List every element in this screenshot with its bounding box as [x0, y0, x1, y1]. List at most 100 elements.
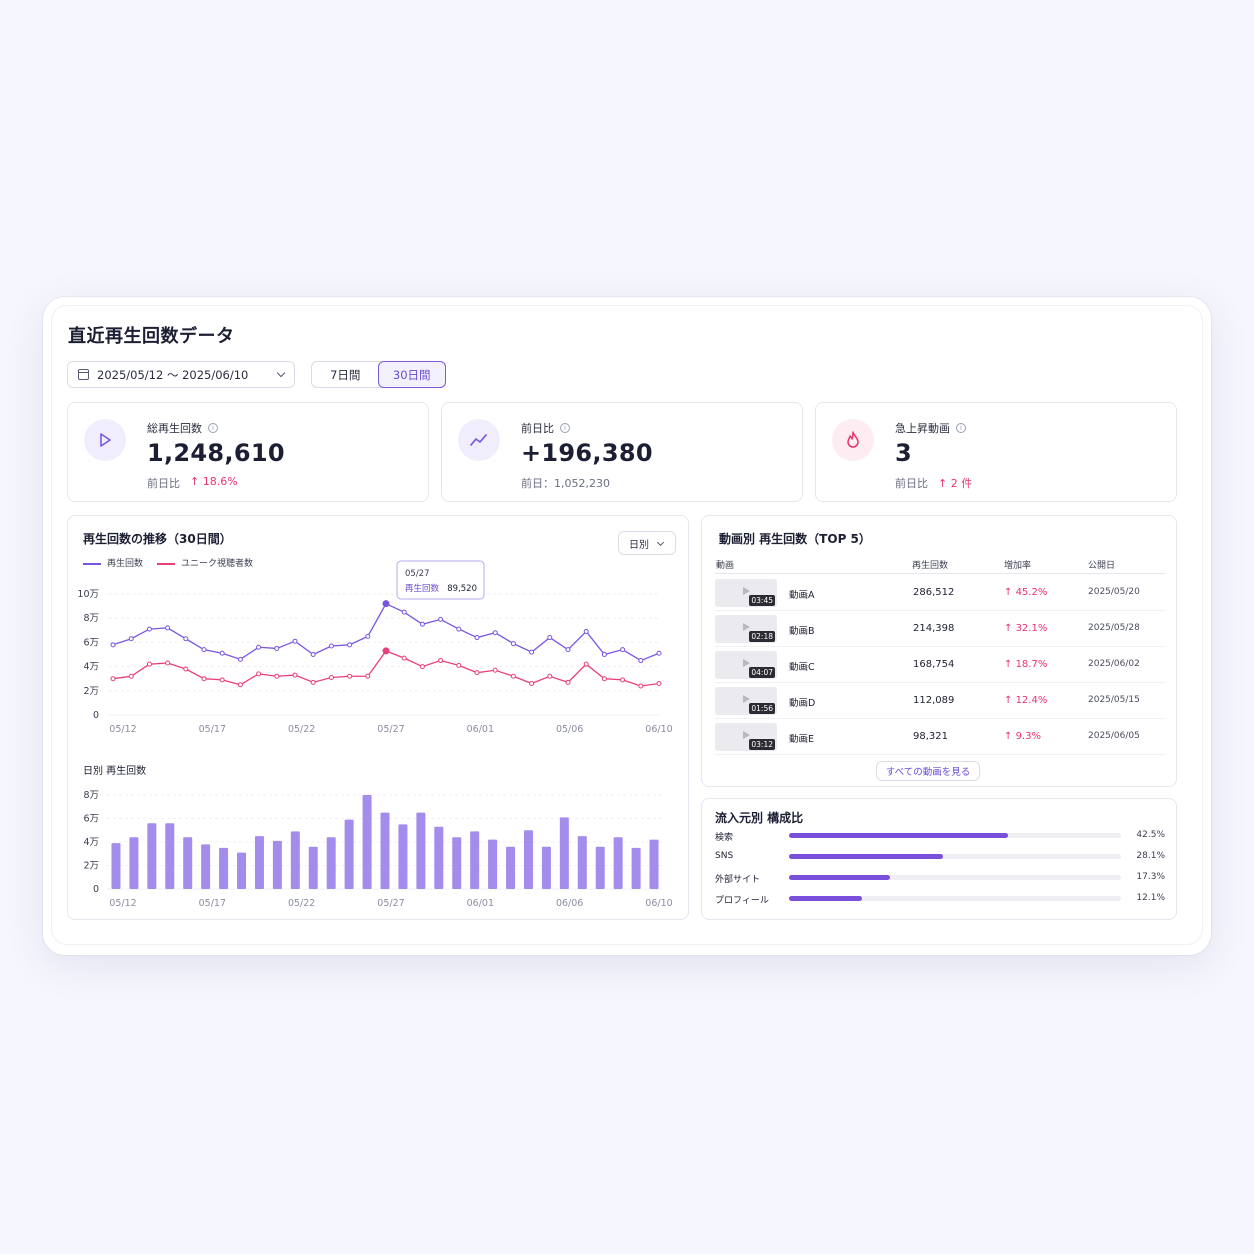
data-point[interactable] — [401, 655, 407, 661]
bar[interactable] — [129, 837, 139, 889]
data-point[interactable] — [510, 673, 516, 679]
video-name[interactable]: 動画D — [789, 695, 815, 709]
data-point[interactable] — [419, 621, 425, 627]
bar[interactable] — [290, 831, 300, 889]
table-row[interactable]: 03:12 動画E 98,321 ↑ 9.3% 2025/06/05 — [715, 719, 1165, 755]
data-point[interactable] — [583, 661, 589, 667]
video-thumbnail[interactable]: 03:45 — [715, 579, 777, 607]
data-point[interactable] — [165, 660, 171, 666]
bar[interactable] — [631, 847, 641, 889]
video-name[interactable]: 動画B — [789, 623, 815, 637]
data-point[interactable] — [656, 650, 662, 656]
data-point[interactable] — [328, 643, 334, 649]
data-point[interactable] — [347, 642, 353, 648]
data-point[interactable] — [529, 649, 535, 655]
data-point[interactable] — [601, 676, 607, 682]
data-point[interactable] — [474, 670, 480, 676]
data-point[interactable] — [256, 671, 262, 677]
bar[interactable] — [111, 843, 121, 889]
bar[interactable] — [452, 837, 462, 889]
data-point[interactable] — [492, 667, 498, 673]
video-name[interactable]: 動画A — [789, 587, 815, 601]
bar[interactable] — [344, 819, 354, 889]
granularity-dropdown[interactable]: 日別 — [618, 531, 676, 555]
bar[interactable] — [416, 812, 426, 889]
data-point[interactable] — [419, 664, 425, 670]
bar[interactable] — [541, 846, 551, 889]
data-point[interactable] — [347, 673, 353, 679]
bar[interactable] — [523, 830, 533, 889]
data-point[interactable] — [620, 647, 626, 653]
data-point[interactable] — [110, 642, 116, 648]
bar[interactable] — [649, 839, 659, 889]
bar[interactable] — [559, 817, 569, 889]
info-icon[interactable]: i — [208, 423, 218, 433]
data-point[interactable] — [292, 638, 298, 644]
data-point[interactable] — [638, 658, 644, 664]
bar[interactable] — [506, 846, 516, 889]
data-point[interactable] — [438, 616, 444, 622]
bar[interactable] — [254, 836, 264, 889]
data-point[interactable] — [438, 658, 444, 664]
data-point[interactable] — [128, 673, 134, 679]
data-point[interactable] — [310, 652, 316, 657]
video-thumbnail[interactable]: 01:56 — [715, 687, 777, 715]
data-point[interactable] — [456, 626, 462, 632]
video-thumbnail[interactable]: 04:07 — [715, 651, 777, 679]
table-row[interactable]: 04:07 動画C 168,754 ↑ 18.7% 2025/06/02 — [715, 647, 1165, 683]
date-range-picker[interactable]: 2025/05/12 〜 2025/06/10 — [67, 361, 295, 388]
bar[interactable] — [362, 795, 372, 889]
info-icon[interactable]: i — [560, 423, 570, 433]
data-point[interactable] — [474, 635, 480, 641]
bar[interactable] — [272, 840, 282, 889]
bar[interactable] — [398, 824, 408, 889]
data-point[interactable] — [274, 673, 280, 679]
see-all-videos-button[interactable]: すべての動画を見る — [876, 761, 980, 781]
data-point[interactable] — [365, 633, 371, 639]
data-point[interactable] — [146, 661, 152, 667]
data-point[interactable] — [292, 672, 298, 678]
period-7days-button[interactable]: 7日間 — [312, 362, 379, 387]
data-point[interactable] — [382, 600, 390, 608]
data-point[interactable] — [656, 681, 662, 687]
video-name[interactable]: 動画C — [789, 659, 815, 673]
bar[interactable] — [219, 847, 229, 889]
table-row[interactable]: 02:18 動画B 214,398 ↑ 32.1% 2025/05/28 — [715, 611, 1165, 647]
video-thumbnail[interactable]: 02:18 — [715, 615, 777, 643]
data-point[interactable] — [620, 677, 626, 683]
data-point[interactable] — [183, 666, 189, 672]
bar[interactable] — [308, 846, 318, 889]
bar[interactable] — [147, 823, 157, 889]
data-point[interactable] — [310, 679, 316, 685]
period-30days-button[interactable]: 30日間 — [377, 361, 446, 388]
data-point[interactable] — [165, 625, 171, 631]
data-point[interactable] — [110, 676, 116, 682]
data-point[interactable] — [256, 644, 262, 650]
bar[interactable] — [488, 839, 498, 889]
data-point[interactable] — [583, 629, 589, 635]
data-point[interactable] — [510, 641, 516, 647]
bar[interactable] — [201, 844, 211, 889]
bar[interactable] — [595, 846, 605, 889]
bar[interactable] — [470, 831, 480, 889]
info-icon[interactable]: i — [956, 423, 966, 433]
data-point[interactable] — [274, 645, 280, 651]
data-point[interactable] — [565, 647, 571, 653]
table-row[interactable]: 01:56 動画D 112,089 ↑ 12.4% 2025/05/15 — [715, 683, 1165, 719]
data-point[interactable] — [565, 679, 571, 685]
data-point[interactable] — [237, 656, 243, 662]
data-point[interactable] — [492, 630, 498, 636]
data-point[interactable] — [456, 662, 462, 668]
video-thumbnail[interactable]: 03:12 — [715, 723, 777, 751]
bar[interactable] — [613, 837, 623, 889]
bar[interactable] — [577, 836, 587, 889]
data-point[interactable] — [382, 647, 390, 655]
data-point[interactable] — [529, 681, 535, 687]
data-point[interactable] — [128, 636, 134, 642]
data-point[interactable] — [201, 676, 207, 682]
bar[interactable] — [326, 837, 336, 889]
data-point[interactable] — [328, 674, 334, 680]
bar[interactable] — [434, 826, 444, 889]
data-point[interactable] — [201, 647, 207, 653]
data-point[interactable] — [365, 673, 371, 679]
